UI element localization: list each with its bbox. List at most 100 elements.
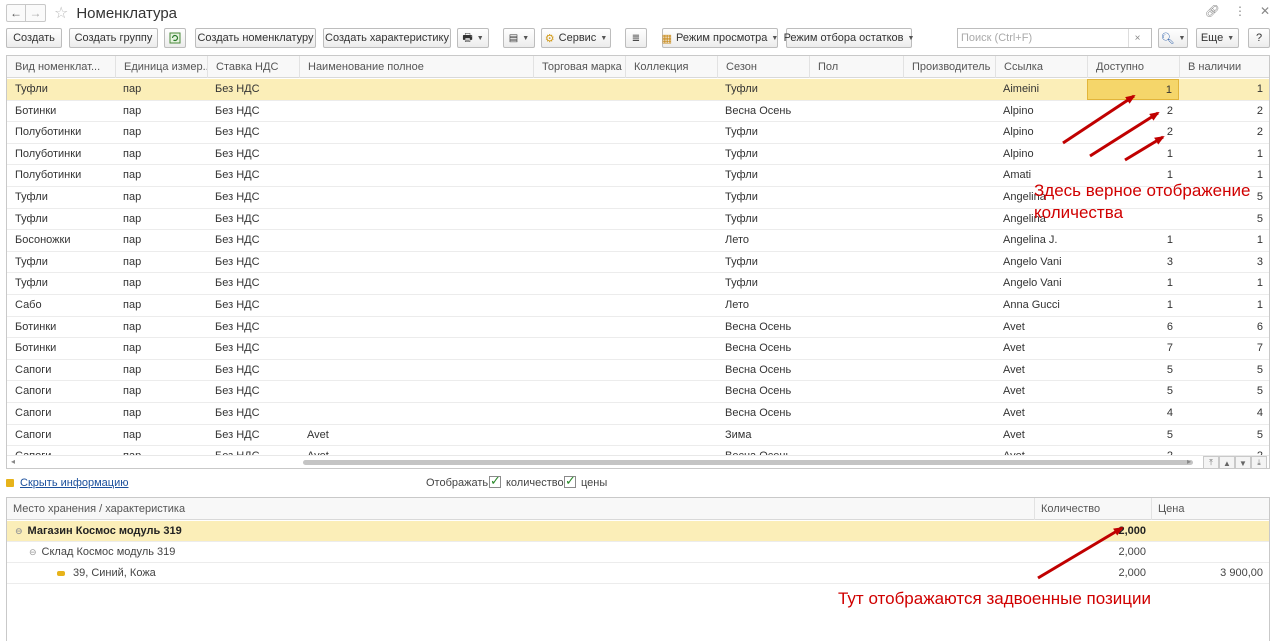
table-cell: Без НДС: [215, 428, 260, 441]
table-row[interactable]: Туфли пар Без НДС Туфли Angelo Vani 3 3: [7, 252, 1269, 274]
table-cell: Без НДС: [215, 104, 260, 117]
table-row[interactable]: Сабо пар Без НДС Лето Anna Gucci 1 1: [7, 295, 1269, 317]
table-cell: Туфли: [725, 255, 758, 268]
create-button[interactable]: Создать: [6, 28, 62, 48]
prices-checkbox[interactable]: [564, 473, 576, 489]
favorite-star-icon[interactable]: ☆: [54, 3, 68, 23]
scroll-right-icon[interactable]: ▸: [1187, 457, 1191, 466]
table-cell: [625, 144, 717, 165]
stock-filter-button[interactable]: Режим отбора остатков ▼: [784, 28, 915, 48]
table-row[interactable]: Туфли пар Без НДС Туфли Angelo Vani 1 1: [7, 273, 1269, 295]
table-row[interactable]: Ботинки пар Без НДС Весна Осень Alpino 2 2: [7, 101, 1269, 123]
table-cell: пар: [123, 83, 142, 95]
create-nomenclature-button[interactable]: Создать номенклатуру: [195, 28, 316, 48]
table-cell: [299, 165, 533, 186]
stock-row-qty: 2,000: [1118, 525, 1146, 537]
table-cell: [533, 230, 625, 251]
col-storage[interactable]: Место хранения / характеристика: [7, 498, 1034, 520]
horizontal-scrollbar[interactable]: ◂ ▸: [7, 455, 1269, 468]
back-button[interactable]: ←: [6, 4, 26, 22]
scroll-left-icon[interactable]: ◂: [11, 457, 15, 466]
more-icon[interactable]: ⋮: [1234, 4, 1246, 18]
table-cell: Без НДС: [215, 342, 260, 355]
search-input[interactable]: [958, 32, 1128, 44]
stock-row-characteristic[interactable]: 39, Синий, Кожа 2,000 3 900,00: [7, 563, 1269, 584]
go-first-icon[interactable]: ⤒: [1203, 456, 1219, 468]
table-cell: 4: [1166, 406, 1173, 419]
table-row[interactable]: Ботинки пар Без НДС Весна Осень Avet 6 6: [7, 317, 1269, 339]
refresh-button[interactable]: [164, 28, 186, 48]
view-mode-button[interactable]: ▦ Режим просмотра ▼: [662, 28, 778, 48]
col-quantity[interactable]: Количество: [1034, 498, 1151, 520]
col-gender[interactable]: Пол: [809, 56, 903, 78]
table-cell: Без НДС: [215, 255, 260, 268]
more-button[interactable]: Еще ▼: [1196, 28, 1239, 48]
table-cell: Туфли: [725, 277, 758, 290]
search-button[interactable]: 🔍︎ ▼: [1158, 28, 1188, 48]
hide-info-link[interactable]: Скрыть информацию: [6, 477, 129, 489]
table-cell: Зима: [725, 428, 752, 441]
create-group-button[interactable]: Создать группу: [69, 28, 158, 48]
col-kind[interactable]: Вид номенклат...: [7, 56, 115, 78]
table-row[interactable]: Сапоги пар Без НДС Весна Осень Avet 4 4: [7, 403, 1269, 425]
table-row[interactable]: Сапоги пар Без НДС Avet Зима Avet 5 5: [7, 425, 1269, 447]
table-row[interactable]: Босоножки пар Без НДС Лето Angelina J. 1 1: [7, 230, 1269, 252]
table-row[interactable]: Полуботинки пар Без НДС Туфли Alpino 2 2: [7, 122, 1269, 144]
table-cell: [533, 101, 625, 122]
go-up-icon[interactable]: ▲: [1219, 456, 1235, 468]
col-season[interactable]: Сезон: [717, 56, 809, 78]
go-down-icon[interactable]: ▼: [1235, 456, 1251, 468]
table-cell: [299, 79, 533, 100]
table-cell: Без НДС: [215, 363, 260, 376]
chevron-down-icon: ▼: [907, 34, 915, 42]
col-manufacturer[interactable]: Производитель: [903, 56, 995, 78]
col-brand[interactable]: Торговая марка: [533, 56, 625, 78]
collapse-icon[interactable]: ⊖: [29, 547, 37, 557]
prices-checkbox-label: цены: [581, 477, 608, 489]
table-cell: [625, 425, 717, 446]
service-button[interactable]: ⚙ Сервис ▼: [541, 28, 611, 48]
help-button[interactable]: ?: [1248, 28, 1270, 48]
collapse-icon[interactable]: ⊖: [15, 526, 23, 536]
table-cell: 7: [1166, 342, 1173, 355]
table-cell: Туфли: [725, 169, 758, 182]
table-cell: пар: [123, 363, 142, 376]
stock-row-warehouse[interactable]: ⊖ Склад Космос модуль 319 2,000: [7, 542, 1269, 563]
clear-search-icon[interactable]: ×: [1128, 29, 1146, 47]
stock-row-store[interactable]: ⊖ Магазин Космос модуль 319 2,000: [7, 521, 1269, 542]
table-body: Туфли пар Без НДС Туфли Aimeini 1 1 Ботинки пар Б…: [7, 79, 1269, 468]
table-row[interactable]: Сапоги пар Без НДС Весна Осень Avet 5 5: [7, 381, 1269, 403]
col-link[interactable]: Ссылка: [995, 56, 1087, 78]
table-row[interactable]: Ботинки пар Без НДС Весна Осень Avet 7 7: [7, 338, 1269, 360]
col-vat[interactable]: Ставка НДС: [207, 56, 299, 78]
table-cell: [299, 295, 533, 316]
table-cell: [533, 79, 625, 100]
reports-button[interactable]: ▤ ▼: [503, 28, 535, 48]
table-cell: Без НДС: [215, 385, 260, 398]
table-row[interactable]: Полуботинки пар Без НДС Туфли Alpino 1 1: [7, 144, 1269, 166]
col-price[interactable]: Цена: [1151, 498, 1269, 520]
scroll-thumb[interactable]: [303, 460, 1193, 465]
col-in-stock[interactable]: В наличии: [1179, 56, 1269, 78]
table-row[interactable]: Туфли пар Без НДС Туфли Aimeini 1 1: [7, 79, 1269, 101]
close-icon[interactable]: ✕: [1260, 4, 1270, 18]
col-collection[interactable]: Коллекция: [625, 56, 717, 78]
table-row[interactable]: Сапоги пар Без НДС Весна Осень Avet 5 5: [7, 360, 1269, 382]
col-available[interactable]: Доступно: [1087, 56, 1179, 78]
printer-icon: 🖶︎: [462, 31, 473, 44]
table-cell: [625, 381, 717, 402]
col-unit[interactable]: Единица измер...: [115, 56, 207, 78]
table-cell: [533, 295, 625, 316]
print-button[interactable]: 🖶︎ ▼: [457, 28, 489, 48]
forward-button[interactable]: →: [26, 4, 46, 22]
table-cell: 1: [1256, 277, 1263, 290]
stock-row-price: 3 900,00: [1220, 567, 1263, 579]
table-cell: Туфли: [725, 190, 758, 203]
table-cell: [625, 165, 717, 186]
create-characteristic-button[interactable]: Создать характеристику: [323, 28, 451, 48]
list-button[interactable]: ≣: [625, 28, 647, 48]
quantity-checkbox[interactable]: [489, 473, 501, 489]
col-full-name[interactable]: Наименование полное: [299, 56, 533, 78]
go-last-icon[interactable]: ⤓: [1251, 456, 1267, 468]
link-icon[interactable]: 🔗︎: [1205, 4, 1220, 18]
